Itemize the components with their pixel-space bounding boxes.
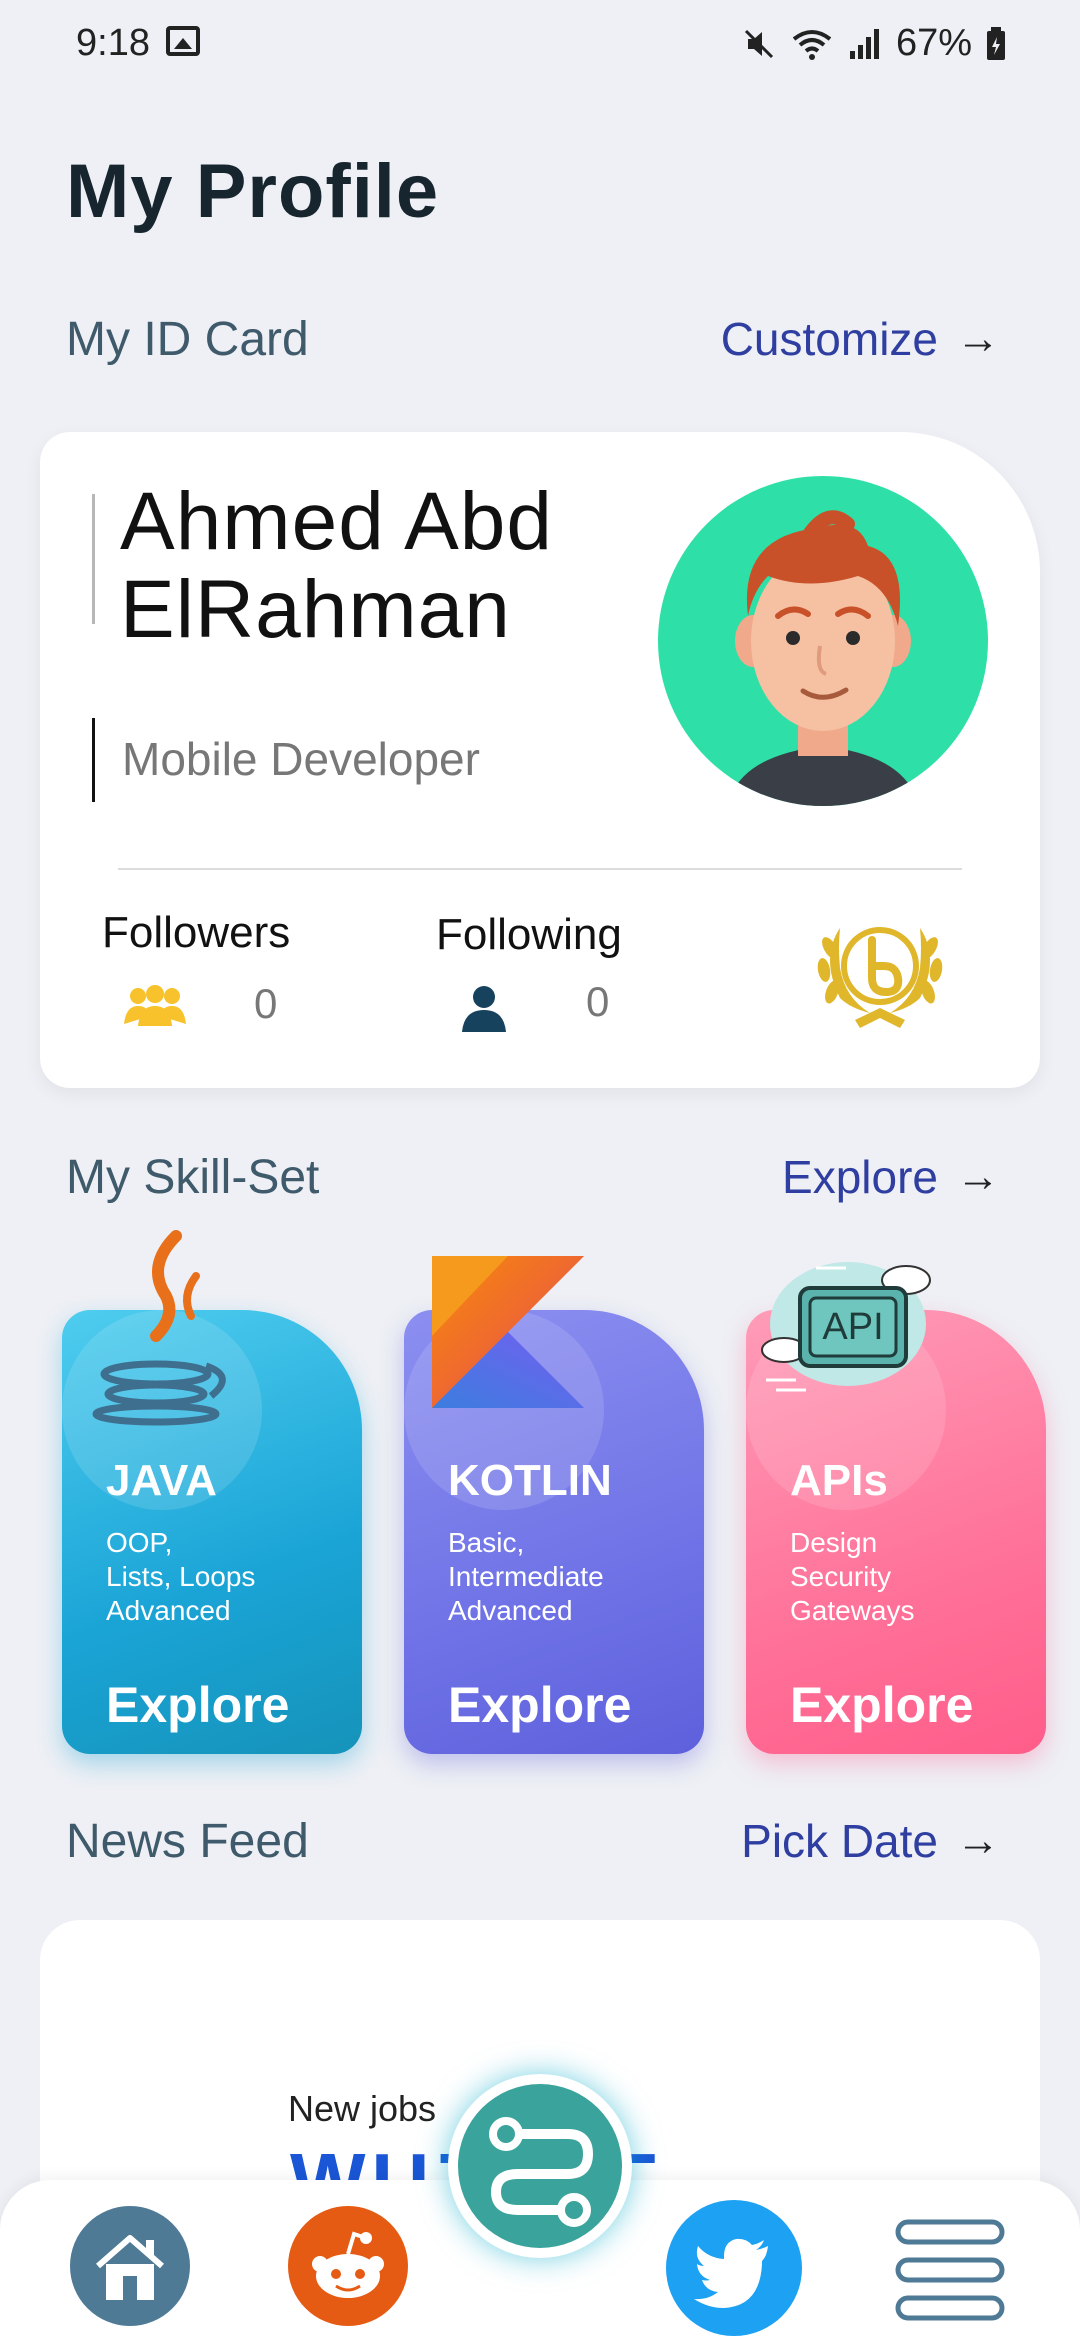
skill-topic: Design [790,1527,878,1558]
explore-skills-label: Explore [782,1151,938,1203]
avatar-illustration-icon [728,510,918,806]
pick-date-label: Pick Date [741,1815,938,1867]
skill-topic: Basic, [448,1527,525,1558]
customize-button[interactable]: Customize → [721,312,1000,366]
customize-label: Customize [720,313,938,365]
skill-topic: Lists, Loops [106,1561,256,1592]
battery-icon [987,26,1005,60]
skill-explore-button[interactable]: Explore [448,1676,631,1734]
arrow-right-icon: → [956,314,1000,363]
gallery-notification-icon [166,26,200,56]
api-label: API [822,1306,883,1348]
kotlin-logo-icon [432,1256,584,1408]
card-divider [118,868,962,870]
followers-group-icon [124,985,186,1026]
roadmap-icon [489,2117,594,2227]
name-accent-bar [92,494,95,624]
skill-name: KOTLIN [448,1456,612,1505]
skill-name: JAVA [106,1456,217,1505]
skill-explore-button[interactable]: Explore [106,1676,289,1734]
wifi-icon [792,29,832,60]
achievement-laurel-icon[interactable] [810,908,950,1032]
followers-label: Followers [102,908,291,957]
id-card-section-title: My ID Card [66,313,309,366]
status-time: 9:18 [76,22,150,64]
following-person-icon [462,986,506,1032]
menu-icon[interactable] [894,2218,1006,2322]
roadmap-fab-button[interactable] [448,2074,632,2258]
status-bar: 9:18 67% [0,0,1080,86]
skill-name: APIs [790,1456,888,1505]
status-indicators: 67% [742,22,1006,65]
home-icon[interactable] [68,2204,192,2328]
page-title: My Profile [66,149,440,234]
news-section-title: News Feed [66,1815,309,1868]
java-logo-icon [92,1230,226,1426]
skill-explore-button[interactable]: Explore [790,1676,973,1734]
arrow-right-icon: → [956,1816,1000,1865]
pick-date-button[interactable]: Pick Date → [741,1814,1000,1868]
skill-topic: Gateways [790,1595,915,1626]
explore-skills-button[interactable]: Explore → [782,1150,1000,1204]
reddit-icon[interactable] [286,2204,410,2328]
following-count: 0 [586,978,610,1025]
skill-topic: Intermediate [448,1561,604,1592]
battery-percent: 67% [895,22,972,64]
skill-topic: OOP, [106,1527,173,1558]
followers-count: 0 [254,980,278,1027]
fab-inner [458,2084,622,2248]
news-preview-text: New jobs [288,2088,437,2129]
api-cloud-icon: API [761,1262,931,1392]
avatar[interactable] [658,476,988,806]
following-label: Following [436,910,622,959]
skills-section-title: My Skill-Set [66,1151,320,1204]
skill-topic: Security [790,1561,892,1592]
skill-topic: Advanced [448,1595,573,1626]
id-card: Ahmed Abd ElRahman Mobile Developer Foll… [40,432,1040,1088]
skill-topic: Advanced [106,1595,231,1626]
profile-job-title: Mobile Developer [122,733,480,785]
arrow-right-icon: → [956,1152,1000,1201]
twitter-icon[interactable] [664,2198,804,2338]
title-accent-bar [92,718,95,802]
signal-icon [849,28,879,59]
profile-name: Ahmed Abd ElRahman [120,476,553,655]
mute-icon [744,29,773,58]
